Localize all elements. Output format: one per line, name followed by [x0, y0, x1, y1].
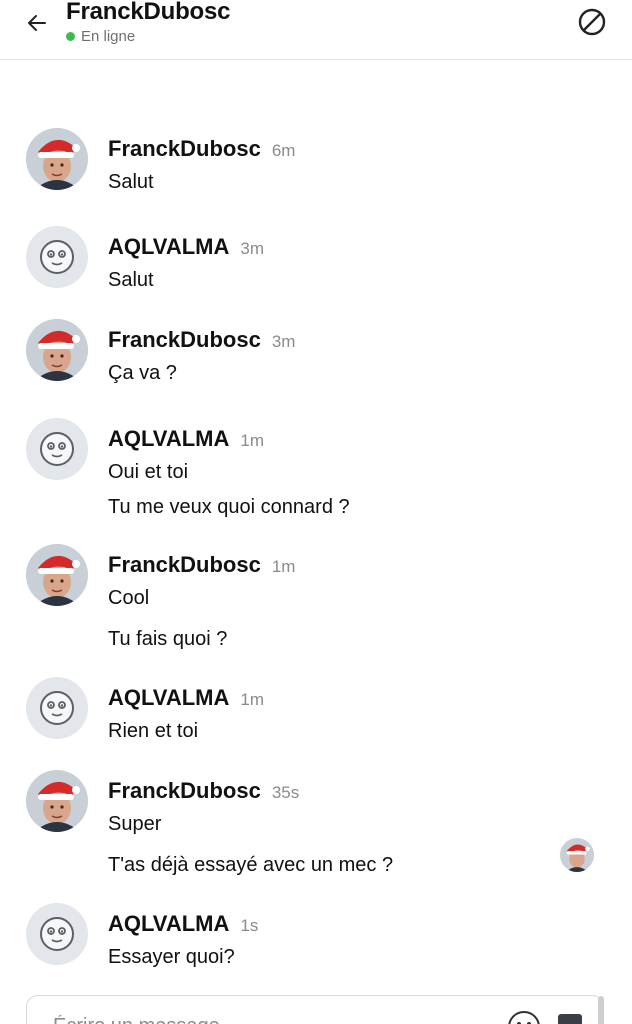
author-name[interactable]: FranckDubosc	[108, 327, 261, 353]
default-avatar-icon[interactable]	[26, 226, 88, 288]
message-header: FranckDubosc 1m	[108, 552, 295, 578]
message-time: 1m	[271, 557, 296, 576]
author-name[interactable]: FranckDubosc	[108, 778, 261, 804]
read-receipt-avatar	[560, 838, 594, 872]
message-text: Ça va ?	[108, 362, 177, 384]
message-text: Rien et toi	[108, 720, 199, 742]
message-time: 1m	[240, 431, 265, 450]
message-list: FranckDubosc 6m Salut AQLVALMA 3m Salut Franck…	[0, 60, 632, 990]
message-group: FranckDubosc 35s Super T'as déjà essayé ave…	[0, 770, 632, 880]
user-avatar[interactable]	[26, 544, 88, 606]
message-group: AQLVALMA 1m Oui et toi Tu me veux quoi conn…	[0, 418, 632, 528]
message-time: 3m	[271, 332, 296, 351]
user-avatar[interactable]	[26, 319, 88, 381]
emoji-icon	[508, 1011, 540, 1024]
default-avatar-icon[interactable]	[26, 677, 88, 739]
author-name[interactable]: AQLVALMA	[108, 685, 229, 711]
status-dot	[66, 32, 75, 41]
scrollbar[interactable]	[598, 996, 604, 1024]
author-name[interactable]: FranckDubosc	[108, 136, 261, 162]
arrow-left-icon	[28, 15, 46, 31]
message-group: FranckDubosc 1m Cool Tu fais quoi ?	[0, 544, 632, 654]
message-time: 6m	[271, 141, 296, 160]
user-avatar[interactable]	[26, 128, 88, 190]
message-text: Essayer quoi?	[108, 946, 235, 968]
message-header: AQLVALMA 3m	[108, 234, 264, 260]
message-time: 1s	[240, 916, 259, 935]
default-avatar-icon[interactable]	[26, 418, 88, 480]
author-name[interactable]: AQLVALMA	[108, 911, 229, 937]
message-header: AQLVALMA 1m	[108, 685, 264, 711]
message-input[interactable]	[53, 1008, 493, 1024]
message-time: 35s	[271, 783, 300, 802]
message-header: FranckDubosc 6m	[108, 136, 295, 162]
message-text: Cool	[108, 587, 150, 609]
online-status: En ligne	[66, 28, 135, 45]
message-time: 1m	[240, 690, 265, 709]
user-avatar[interactable]	[26, 770, 88, 832]
message-group: FranckDubosc 3m Ça va ?	[0, 319, 632, 429]
emoji-button[interactable]	[507, 1010, 541, 1024]
message-text: Tu fais quoi ?	[108, 628, 228, 650]
status-text: En ligne	[81, 28, 136, 45]
message-composer	[26, 995, 604, 1024]
message-time: 3m	[240, 239, 265, 258]
message-header: FranckDubosc 3m	[108, 327, 295, 353]
send-button[interactable]	[558, 1014, 582, 1024]
message-text: Salut	[108, 171, 154, 193]
default-avatar-icon[interactable]	[26, 903, 88, 965]
message-header: AQLVALMA 1s	[108, 911, 258, 937]
author-name[interactable]: AQLVALMA	[108, 234, 229, 260]
message-text: Super	[108, 813, 162, 835]
author-name[interactable]: AQLVALMA	[108, 426, 229, 452]
message-text: Oui et toi	[108, 461, 189, 483]
message-header: AQLVALMA 1m	[108, 426, 264, 452]
message-group: FranckDubosc 6m Salut	[0, 128, 632, 238]
page-title: FranckDubosc	[66, 0, 231, 25]
message-text: Tu me veux quoi connard ?	[108, 496, 350, 518]
message-header: FranckDubosc 35s	[108, 778, 299, 804]
message-text: T'as déjà essayé avec un mec ?	[108, 854, 394, 876]
message-text: Salut	[108, 269, 154, 291]
block-user-button[interactable]	[576, 6, 608, 38]
chat-header: FranckDubosc En ligne	[0, 0, 632, 60]
back-button[interactable]	[22, 8, 52, 38]
author-name[interactable]: FranckDubosc	[108, 552, 261, 578]
block-icon	[578, 8, 606, 36]
